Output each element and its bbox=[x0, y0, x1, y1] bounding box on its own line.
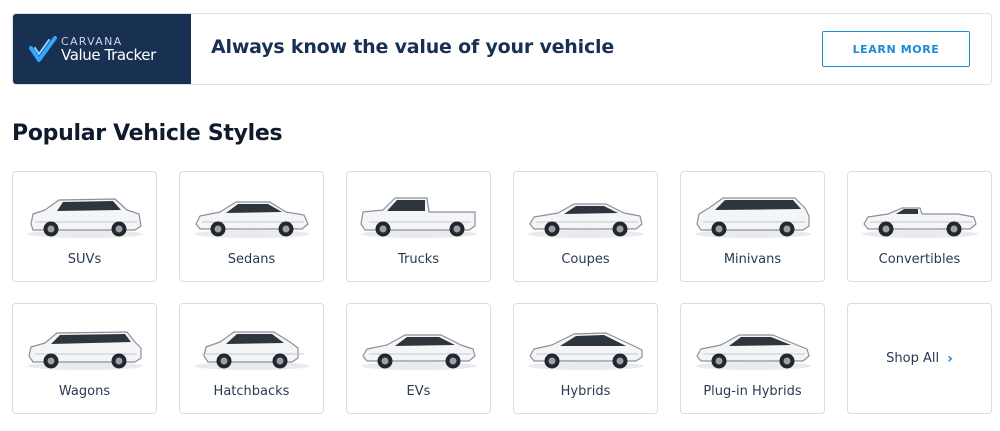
style-card-label: Convertibles bbox=[878, 252, 961, 267]
minivan-image bbox=[695, 197, 811, 238]
style-card-label: Trucks bbox=[397, 252, 440, 267]
style-card-label: Plug-in Hybrids bbox=[703, 384, 802, 399]
chevron-right-icon: › bbox=[947, 350, 953, 367]
style-card-label: Sedans bbox=[227, 252, 276, 267]
shop-all-label: Shop All bbox=[886, 351, 940, 366]
banner-headline: Always know the value of your vehicle bbox=[211, 36, 615, 58]
logo-product-text: Value Tracker bbox=[61, 46, 156, 64]
convertible-car-image bbox=[862, 207, 978, 238]
style-card-convertibles[interactable]: Convertibles bbox=[847, 171, 992, 282]
shop-all-card[interactable]: Shop All › bbox=[847, 303, 992, 414]
style-card-label: Wagons bbox=[58, 384, 111, 399]
ev-car-image bbox=[361, 334, 477, 370]
style-card-suvs[interactable]: SUVs bbox=[12, 171, 157, 282]
style-card-trucks[interactable]: Trucks bbox=[346, 171, 491, 282]
style-card-sedans[interactable]: Sedans bbox=[179, 171, 324, 282]
section-title: Popular Vehicle Styles bbox=[12, 121, 283, 146]
value-tracker-logo: CARVANA Value Tracker bbox=[13, 14, 191, 84]
style-card-evs[interactable]: EVs bbox=[346, 303, 491, 414]
sedan-car-image bbox=[194, 201, 310, 238]
style-card-label: Hatchbacks bbox=[213, 384, 290, 399]
plugin-hybrid-car-image bbox=[695, 334, 811, 370]
style-card-wagons[interactable]: Wagons bbox=[12, 303, 157, 414]
style-card-label: SUVs bbox=[67, 252, 102, 267]
style-card-plug-in-hybrids[interactable]: Plug-in Hybrids bbox=[680, 303, 825, 414]
hybrid-car-image bbox=[528, 332, 644, 370]
truck-image bbox=[360, 197, 477, 238]
style-card-label: EVs bbox=[406, 384, 431, 399]
coupe-car-image bbox=[528, 203, 644, 238]
carvana-check-icon bbox=[29, 36, 57, 62]
style-card-hatchbacks[interactable]: Hatchbacks bbox=[179, 303, 324, 414]
style-card-hybrids[interactable]: Hybrids bbox=[513, 303, 658, 414]
value-tracker-banner: CARVANA Value Tracker Always know the va… bbox=[12, 13, 992, 85]
style-card-label: Coupes bbox=[561, 252, 610, 267]
learn-more-button[interactable]: LEARN MORE bbox=[822, 31, 970, 67]
hatchback-car-image bbox=[194, 331, 310, 370]
style-card-minivans[interactable]: Minivans bbox=[680, 171, 825, 282]
style-card-label: Hybrids bbox=[560, 384, 611, 399]
style-card-label: Minivans bbox=[723, 252, 782, 267]
style-card-coupes[interactable]: Coupes bbox=[513, 171, 658, 282]
suv-car-image bbox=[27, 198, 143, 238]
wagon-car-image bbox=[27, 331, 143, 370]
